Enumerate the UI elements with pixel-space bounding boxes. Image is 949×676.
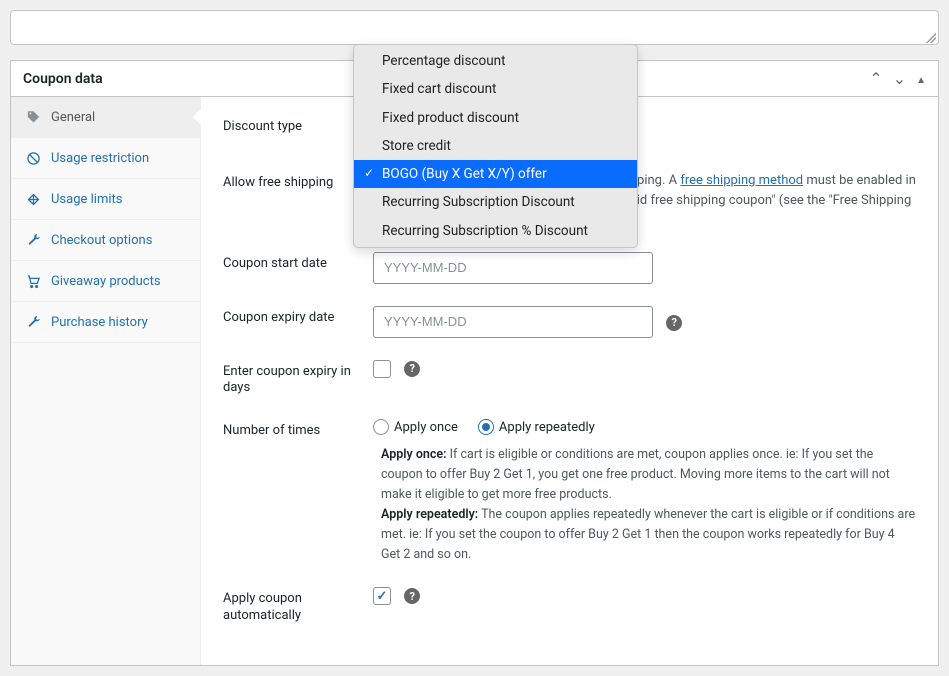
help-icon[interactable]: ? [404,361,420,377]
radio-apply-repeatedly[interactable]: Apply repeatedly [478,419,595,435]
label-expiry-days: Enter coupon expiry in days [223,360,373,398]
radio-apply-once[interactable]: Apply once [373,419,458,435]
row-start-date: Coupon start date [223,252,916,284]
label-free-shipping: Allow free shipping [223,171,373,192]
move-up-icon[interactable] [869,69,882,88]
dropdown-option-recurring-subscription-discount[interactable]: Recurring Subscription Discount [354,188,637,216]
help-icon[interactable]: ? [404,588,420,604]
radio-icon [373,419,389,435]
label-auto-apply: Apply coupon automatically [223,587,373,625]
sidebar-item-checkout-options[interactable]: Checkout options [11,220,200,261]
tag-icon [25,109,41,125]
dropdown-option-percentage-discount[interactable]: Percentage discount [354,47,637,75]
sidebar-item-giveaway-products[interactable]: Giveaway products [11,261,200,302]
row-number-of-times: Number of times Apply once Apply repeate… [223,419,916,565]
collapse-toggle-icon[interactable] [916,71,926,87]
sidebar-item-label: Giveaway products [51,274,161,289]
help-icon[interactable]: ? [666,315,682,331]
row-auto-apply: Apply coupon automatically ? [223,587,916,625]
panel-header-controls [869,69,926,88]
label-number-of-times: Number of times [223,419,373,440]
textarea-above[interactable] [10,10,939,45]
cart-icon [25,273,41,289]
apply-mode-description: Apply once: If cart is eligible or condi… [373,445,916,565]
label-start-date: Coupon start date [223,252,373,273]
dropdown-option-fixed-product-discount[interactable]: Fixed product discount [354,104,637,132]
sidebar-item-label: Usage restriction [51,151,149,166]
panel-title: Coupon data [23,71,103,87]
auto-apply-checkbox[interactable] [373,587,391,605]
block-icon [25,150,41,166]
label-discount-type: Discount type [223,115,373,136]
sidebar-item-label: General [51,110,95,125]
move-down-icon[interactable] [893,69,906,88]
expiry-date-input[interactable] [373,306,653,338]
apply-mode-radio-group: Apply once Apply repeatedly [373,419,916,435]
sidebar: General Usage restriction Usage limits C… [11,97,201,665]
sidebar-item-usage-limits[interactable]: Usage limits [11,179,200,220]
row-expiry-days: Enter coupon expiry in days ? [223,360,916,398]
start-date-input[interactable] [373,252,653,284]
wrench-icon [25,314,41,330]
arrows-icon [25,191,41,207]
free-shipping-method-link[interactable]: free shipping method [680,173,803,188]
panel-body: General Usage restriction Usage limits C… [11,97,938,665]
discount-type-dropdown: Percentage discount Fixed cart discount … [353,44,638,248]
sidebar-item-label: Checkout options [51,233,152,248]
expiry-days-checkbox[interactable] [373,360,391,378]
sidebar-item-usage-restriction[interactable]: Usage restriction [11,138,200,179]
label-expiry-date: Coupon expiry date [223,306,373,327]
row-expiry-date: Coupon expiry date ? [223,306,916,338]
sidebar-item-label: Usage limits [51,192,122,207]
coupon-data-panel: Coupon data General Usage restriction [10,60,939,666]
radio-icon [478,419,494,435]
wrench-icon [25,232,41,248]
sidebar-item-general[interactable]: General [11,97,200,138]
sidebar-item-label: Purchase history [51,315,148,330]
dropdown-option-recurring-subscription-percent-discount[interactable]: Recurring Subscription % Discount [354,217,637,245]
dropdown-option-store-credit[interactable]: Store credit [354,132,637,160]
sidebar-item-purchase-history[interactable]: Purchase history [11,302,200,343]
dropdown-option-fixed-cart-discount[interactable]: Fixed cart discount [354,75,637,103]
resize-handle-icon [926,33,936,43]
content-area: Discount type Allow free shipping Check … [201,97,938,665]
dropdown-option-bogo[interactable]: BOGO (Buy X Get X/Y) offer [354,160,637,188]
